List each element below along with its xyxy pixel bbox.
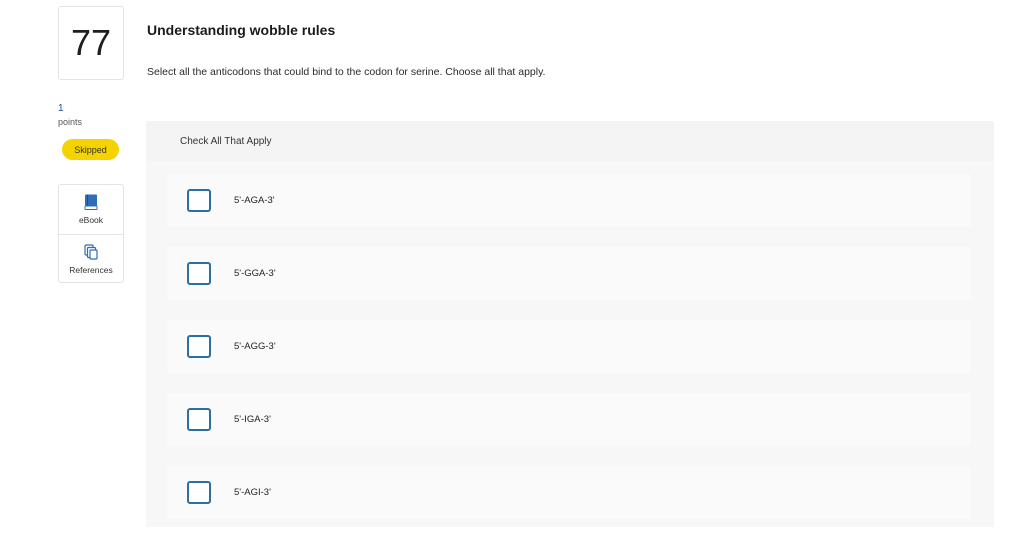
option-label: 5'-AGG-3': [234, 341, 276, 352]
answer-option[interactable]: 5'-AGI-3': [167, 466, 971, 519]
option-label: 5'-IGA-3': [234, 414, 271, 425]
references-button[interactable]: References: [59, 234, 123, 283]
tools-panel: eBook References: [58, 184, 124, 283]
option-label: 5'-AGI-3': [234, 487, 271, 498]
option-checkbox[interactable]: [187, 189, 211, 212]
book-icon: [84, 194, 98, 215]
option-label: 5'-AGA-3': [234, 195, 275, 206]
answer-option[interactable]: 5'-AGA-3': [167, 174, 971, 227]
option-checkbox[interactable]: [187, 262, 211, 285]
ebook-label: eBook: [78, 215, 104, 225]
question-title: Understanding wobble rules: [147, 22, 336, 38]
answer-option[interactable]: 5'-IGA-3': [167, 393, 971, 446]
answer-option[interactable]: 5'-AGG-3': [167, 320, 971, 373]
question-prompt: Select all the anticodons that could bin…: [147, 66, 546, 78]
option-checkbox[interactable]: [187, 335, 211, 358]
points-value: 1: [58, 103, 64, 114]
option-checkbox[interactable]: [187, 408, 211, 431]
answer-option[interactable]: 5'-GGA-3': [167, 247, 971, 300]
option-checkbox[interactable]: [187, 481, 211, 504]
answer-panel: Check All That Apply 5'-AGA-3' 5'-GGA-3'…: [146, 121, 994, 527]
options-list: 5'-AGA-3' 5'-GGA-3' 5'-AGG-3' 5'-IGA-3' …: [146, 161, 994, 527]
ebook-button[interactable]: eBook: [59, 185, 123, 234]
points-label: points: [58, 117, 83, 127]
references-label: References: [69, 264, 113, 275]
references-icon: [84, 243, 98, 265]
status-badge: Skipped: [62, 139, 119, 160]
question-number: 77: [58, 6, 124, 80]
instruction-label: Check All That Apply: [180, 136, 272, 147]
option-label: 5'-GGA-3': [234, 268, 276, 279]
